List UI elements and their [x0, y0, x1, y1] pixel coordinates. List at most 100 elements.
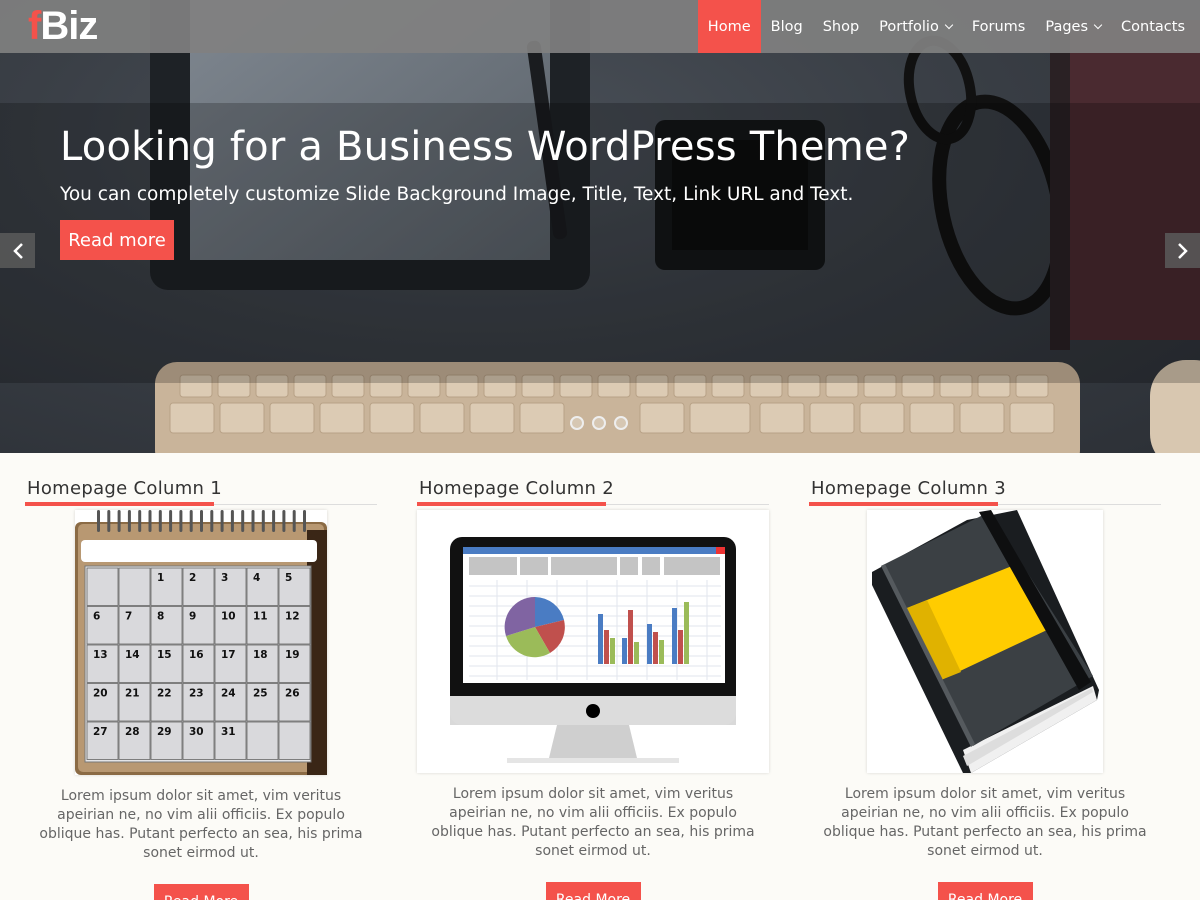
calendar-grid: 1 2 3 4 56 7 8 9 10 11 1213 14 15 16 17 18 1920 21 22 23 24 2…: [86, 567, 311, 760]
calendar-cell: [246, 567, 279, 606]
chevron-down-icon: [944, 20, 954, 29]
calendar-cell: [182, 567, 215, 606]
homepage-column-2: Homepage Column 2 Lorem ipsum dolor sit …: [417, 478, 769, 900]
calendar-ring: [189, 510, 193, 532]
column-image-monitor: [417, 510, 769, 773]
calendar-rings: [97, 510, 306, 532]
calendar-cell: [150, 606, 183, 645]
calendar-cell: [214, 567, 247, 606]
nav-item-shop[interactable]: Shop: [813, 0, 869, 53]
calendar-ring: [97, 510, 100, 532]
calendar-day: 28: [125, 726, 140, 738]
column-title-rule: [809, 502, 1161, 506]
calendar-ring: [303, 510, 306, 532]
column-image-calendar: 1 2 3 4 5 6 7 8 9 10 11 12 13 14 15 16 17 18 19 20 21 22 23 24 2…: [75, 510, 327, 775]
calendar-cell: [118, 567, 151, 606]
calendar-day: 21: [125, 688, 140, 700]
calendar-day: 8: [157, 611, 164, 623]
calendar-ring: [220, 510, 224, 532]
nav-label: Forums: [971, 18, 1026, 35]
calendar-ring: [158, 510, 162, 532]
calendar-day: 25: [253, 688, 268, 700]
calendar-day: 7: [125, 611, 132, 623]
calendar-ring: [292, 510, 296, 532]
calendar-day: 2: [189, 572, 196, 584]
logo-accent: f: [28, 4, 41, 48]
nav-label: Portfolio: [879, 18, 939, 35]
nav-item-blog[interactable]: Blog: [761, 0, 813, 53]
calendar-ring: [251, 510, 255, 532]
column-title: Homepage Column 1: [27, 478, 223, 499]
site-header: fBiz Home Blog Shop Portfolio Forums Pag…: [0, 0, 1200, 53]
slider-dot-2[interactable]: [592, 416, 606, 430]
calendar-day: 30: [189, 726, 204, 738]
column-1-read-more-button[interactable]: Read More: [153, 884, 249, 900]
slider-dot-1[interactable]: [570, 416, 584, 430]
slide-read-more-button[interactable]: Read more: [60, 220, 174, 260]
calendar-day: 5: [285, 572, 292, 584]
calendar-day: 13: [93, 649, 108, 661]
calendar-day: 19: [285, 649, 300, 661]
nav-item-pages[interactable]: Pages: [1035, 0, 1111, 53]
calendar-ring: [179, 510, 183, 532]
slide-text: You can completely customize Slide Backg…: [60, 184, 854, 205]
slider-dots: [570, 416, 628, 430]
nav-item-contacts[interactable]: Contacts: [1111, 0, 1195, 53]
nav-label: Home: [707, 18, 751, 35]
calendar-cell: [150, 567, 183, 606]
calendar-day: 3: [221, 572, 228, 584]
calendar-ring: [200, 510, 203, 532]
nav-label: Blog: [770, 18, 803, 35]
calendar-day: 12: [285, 611, 300, 623]
calendar-day: 20: [93, 688, 108, 700]
column-text: Lorem ipsum dolor sit amet, vim veritus …: [431, 786, 755, 859]
homepage-column-3: Homepage Column 3 Lorem ipsum dolor sit …: [809, 478, 1161, 900]
calendar-ring: [210, 510, 214, 532]
notebook-image: [872, 510, 1099, 773]
calendar-day: 17: [221, 649, 236, 661]
column-title-rule: [25, 502, 377, 506]
calendar-day: 24: [221, 688, 236, 700]
column-2-read-more-button[interactable]: Read More: [545, 882, 641, 900]
nav-item-forums[interactable]: Forums: [962, 0, 1036, 53]
calendar-cell: [182, 606, 215, 645]
column-3-read-more-button[interactable]: Read More: [937, 882, 1033, 900]
nav-label: Shop: [822, 18, 860, 35]
nav-label: Contacts: [1121, 18, 1185, 35]
column-title: Homepage Column 3: [811, 478, 1007, 499]
main-nav: Home Blog Shop Portfolio Forums Pages Co…: [697, 0, 1200, 53]
calendar-day: 26: [285, 688, 300, 700]
calendar-ring: [138, 510, 142, 532]
column-title: Homepage Column 2: [419, 478, 615, 499]
column-text: Lorem ipsum dolor sit amet, vim veritus …: [823, 786, 1147, 859]
calendar-day: 11: [253, 611, 268, 623]
calendar-image: 1 2 3 4 56 7 8 9 10 11 1213 14 15 16 17 18 1920 21 22 23 24 2…: [75, 510, 327, 775]
calendar-day: 18: [253, 649, 268, 661]
chevron-left-icon: [12, 242, 23, 259]
nav-item-portfolio[interactable]: Portfolio: [869, 0, 962, 53]
logo-text: Biz: [40, 4, 98, 48]
calendar-cell: [86, 606, 119, 645]
calendar-ring: [107, 510, 111, 532]
calendar-ring: [272, 510, 276, 532]
calendar-ring: [169, 510, 173, 532]
calendar-day: 16: [189, 649, 204, 661]
column-text: Lorem ipsum dolor sit amet, vim veritus …: [39, 788, 363, 861]
slider-prev-button[interactable]: [0, 233, 35, 268]
calendar-cell: [278, 721, 311, 760]
chevron-right-icon: [1177, 242, 1188, 259]
hero-slider: Looking for a Business WordPress Theme? …: [0, 0, 1200, 453]
calendar-day: 15: [157, 649, 172, 661]
calendar-cell: [246, 721, 279, 760]
calendar-day: 4: [253, 572, 260, 584]
calendar-ring: [127, 510, 131, 532]
calendar-day: 6: [93, 611, 100, 623]
nav-item-home[interactable]: Home: [697, 0, 761, 53]
calendar-ring: [261, 510, 265, 532]
chevron-down-icon: [1093, 20, 1103, 29]
column-title-rule: [417, 502, 769, 506]
slider-next-button[interactable]: [1165, 233, 1200, 268]
site-logo[interactable]: fBiz: [28, 4, 98, 48]
slider-dot-3[interactable]: [614, 416, 628, 430]
calendar-day: 10: [221, 611, 236, 623]
